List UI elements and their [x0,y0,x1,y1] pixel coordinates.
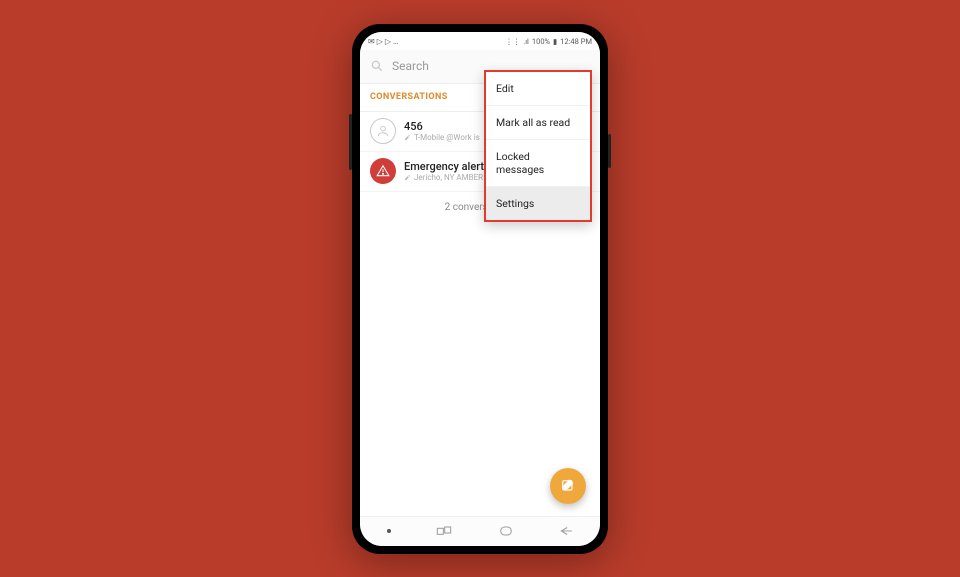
menu-item-edit[interactable]: Edit [486,72,590,106]
status-indicators-left: ✉ ▷ ▷ … [368,37,398,46]
search-placeholder: Search [392,59,429,73]
battery-icon: ▮ [553,37,557,46]
menu-item-settings[interactable]: Settings [486,187,590,220]
compose-icon [560,478,576,494]
compose-button[interactable] [550,468,586,504]
status-time: 12:48 PM [560,37,592,46]
wifi-icon: ⋮⋮ [505,37,520,46]
search-icon [370,59,384,73]
phone-screen: ✉ ▷ ▷ … ⋮⋮ .ıl 100% ▮ 12:48 PM Search CO… [360,32,600,546]
status-bar: ✉ ▷ ▷ … ⋮⋮ .ıl 100% ▮ 12:48 PM [360,32,600,50]
recent-apps-button[interactable] [436,525,452,537]
phone-frame: ✉ ▷ ▷ … ⋮⋮ .ıl 100% ▮ 12:48 PM Search CO… [352,24,608,554]
status-indicators-right: ⋮⋮ .ıl 100% ▮ 12:48 PM [505,37,592,46]
battery-text: 100% [532,37,550,46]
conversation-title: Emergency alerts [404,160,490,173]
alert-icon [370,158,396,184]
navigation-bar [360,516,600,546]
menu-item-locked-messages[interactable]: Locked messages [486,140,590,187]
overflow-menu: Edit Mark all as read Locked messages Se… [484,70,592,222]
home-button[interactable] [498,525,514,537]
conversation-subtitle: T-Mobile @Work is [404,133,480,142]
power-button[interactable] [608,134,611,168]
volume-button[interactable] [349,114,352,170]
avatar-icon [370,118,396,144]
tab-conversations[interactable]: CONVERSATIONS [370,92,448,102]
conversation-title: 456 [404,120,480,133]
menu-item-mark-all-read[interactable]: Mark all as read [486,106,590,140]
back-button[interactable] [559,525,573,537]
signal-icon: .ıl [523,37,529,46]
draft-icon [404,174,411,181]
conversation-subtitle: Jericho, NY AMBER [404,173,490,182]
draft-icon [404,134,411,141]
nav-dot [387,529,391,533]
